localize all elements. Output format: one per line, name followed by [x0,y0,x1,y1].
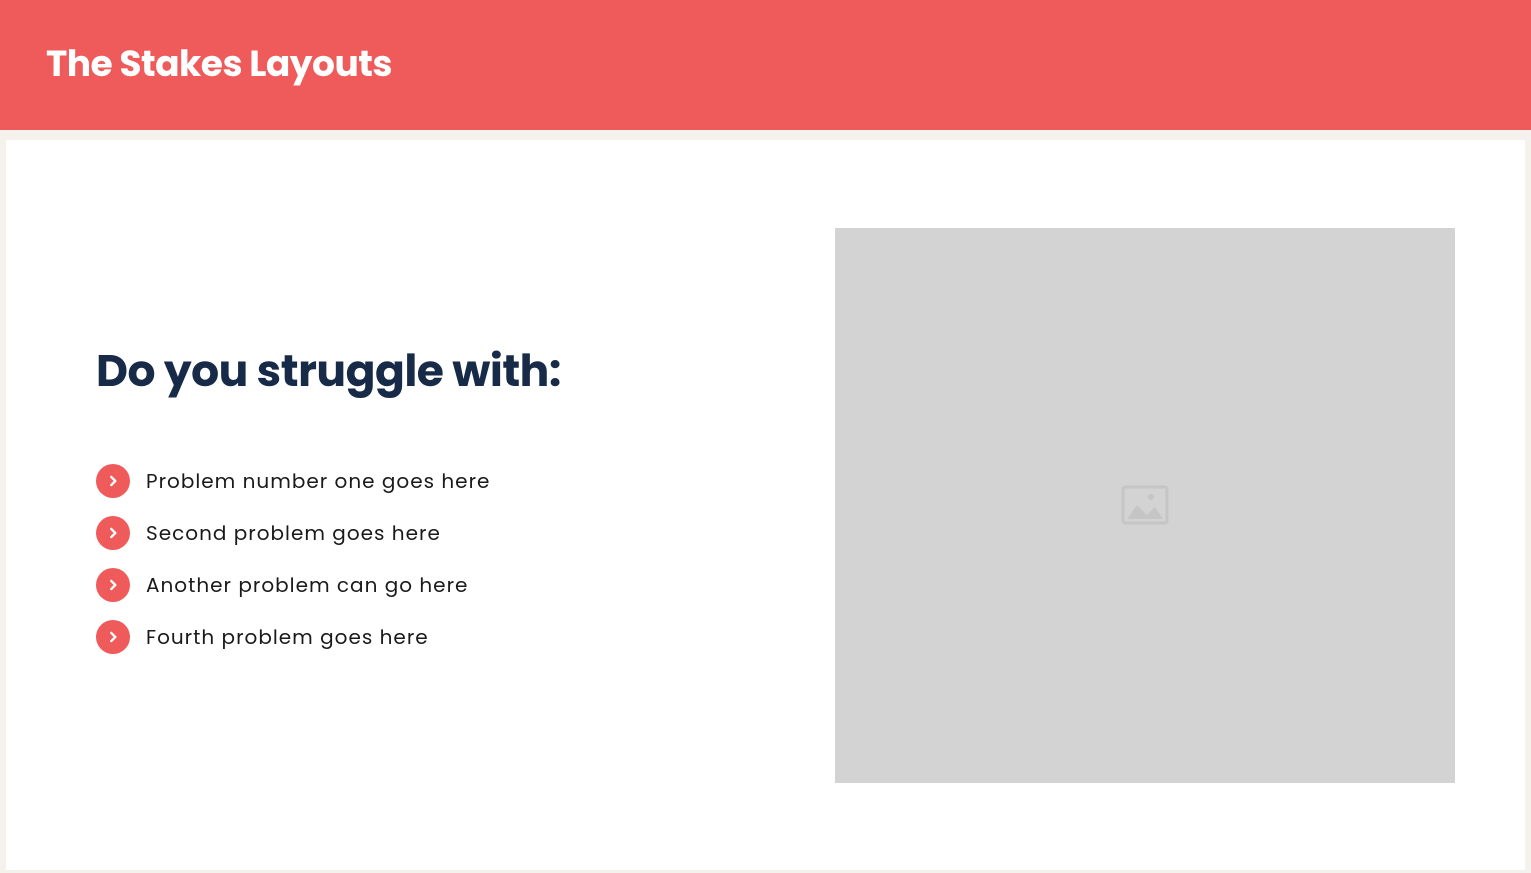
chevron-right-icon [96,568,130,602]
list-item: Second problem goes here [96,516,795,550]
chevron-right-icon [96,620,130,654]
section-heading: Do you struggle with: [96,339,795,404]
list-item: Fourth problem goes here [96,620,795,654]
image-icon [1121,483,1169,527]
chevron-right-icon [96,464,130,498]
list-item: Problem number one goes here [96,464,795,498]
problem-text: Fourth problem goes here [146,622,429,652]
page-title: The Stakes Layouts [46,36,1485,91]
text-column: Do you struggle with: Problem number one… [6,339,835,672]
header-bar: The Stakes Layouts [0,0,1531,130]
problem-text: Another problem can go here [146,570,468,600]
main-content: Do you struggle with: Problem number one… [6,140,1525,870]
image-placeholder [835,228,1455,783]
list-item: Another problem can go here [96,568,795,602]
problem-list: Problem number one goes here Second prob… [96,464,795,654]
chevron-right-icon [96,516,130,550]
problem-text: Second problem goes here [146,518,441,548]
image-column [835,228,1525,783]
problem-text: Problem number one goes here [146,466,490,496]
